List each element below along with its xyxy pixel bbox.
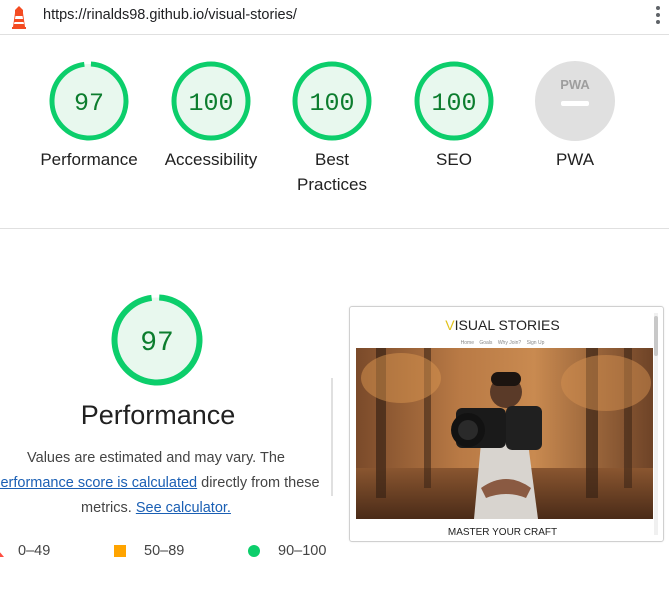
- site-nav-item: Sign Up: [526, 340, 545, 346]
- gauge-label: SEO: [436, 150, 472, 169]
- desc-line-3: metrics. See calculator.: [0, 496, 328, 521]
- score-gauge: 100: [292, 61, 372, 141]
- site-caption: MASTER YOUR CRAFT: [447, 527, 558, 538]
- performance-description: Values are estimated and may vary. The p…: [0, 446, 328, 521]
- gauge-label-line2: Practices: [297, 175, 367, 194]
- gauge-seo[interactable]: 100 SEO: [394, 61, 514, 172]
- score-gauge: 100: [414, 61, 494, 141]
- hero-photo: [356, 348, 653, 519]
- gauge-best-practices[interactable]: 100 Best Practices: [272, 61, 392, 197]
- gauge-label-group: Best Practices: [272, 147, 392, 197]
- page-url[interactable]: https://rinalds98.github.io/visual-stori…: [43, 7, 297, 23]
- gauge-label: PWA: [555, 150, 595, 169]
- gauge-accessibility[interactable]: 100 Accessibility: [151, 61, 271, 172]
- site-nav-item: Home: [460, 340, 474, 346]
- site-nav-item: Goals: [479, 340, 493, 346]
- desc-text: metrics.: [81, 500, 136, 516]
- score-calculated-link[interactable]: performance score is calculated: [0, 475, 197, 491]
- gauge-score: 100: [431, 89, 476, 118]
- performance-title: Performance: [80, 400, 236, 430]
- gauge-score: 100: [309, 89, 354, 118]
- site-nav: Home Goals Why Join? Sign Up: [350, 340, 655, 346]
- screenshot-scrollbar[interactable]: [654, 313, 658, 535]
- site-title-rest: ISUAL STORIES: [454, 317, 560, 333]
- final-screenshot[interactable]: VISUAL STORIES Home Goals Why Join? Sign…: [349, 306, 664, 542]
- site-title-initial: V: [445, 317, 455, 333]
- performance-score: 97: [140, 328, 174, 359]
- gauge-pwa[interactable]: PWA PWA: [515, 61, 635, 172]
- performance-score-gauge: 97: [111, 294, 203, 386]
- pass-circle-icon: [248, 545, 260, 557]
- gauge-label: Accessibility: [164, 150, 258, 169]
- pwa-badge-text: PWA: [560, 77, 590, 92]
- gauge-label: Best: [314, 150, 350, 169]
- legend-average: 50–89: [144, 543, 185, 559]
- more-menu-icon[interactable]: [655, 6, 661, 28]
- see-calculator-link[interactable]: See calculator.: [136, 500, 231, 516]
- legend-fail: 0–49: [18, 543, 51, 559]
- gauge-score: 97: [74, 89, 104, 118]
- gauge-label: Performance: [40, 150, 138, 169]
- section-divider: [0, 228, 669, 229]
- gauge-score: 100: [188, 89, 233, 118]
- desc-line-2: performance score is calculated directly…: [0, 471, 328, 496]
- desc-line-1: Values are estimated and may vary. The: [27, 450, 285, 466]
- score-gauge: 100: [171, 61, 251, 141]
- pwa-badge-icon: PWA: [535, 61, 615, 141]
- score-gauge: 97: [49, 61, 129, 141]
- lighthouse-icon: [12, 6, 26, 29]
- vertical-divider: [331, 378, 333, 496]
- site-nav-item: Why Join?: [497, 340, 522, 346]
- site-title: VISUAL STORIES: [350, 317, 655, 333]
- legend-pass: 90–100: [278, 543, 327, 559]
- address-bar: https://rinalds98.github.io/visual-stori…: [0, 0, 669, 35]
- desc-text: directly from these: [197, 475, 320, 491]
- fail-triangle-icon: [0, 552, 4, 557]
- average-square-icon: [114, 545, 126, 557]
- gauge-performance[interactable]: 97 Performance: [29, 61, 149, 172]
